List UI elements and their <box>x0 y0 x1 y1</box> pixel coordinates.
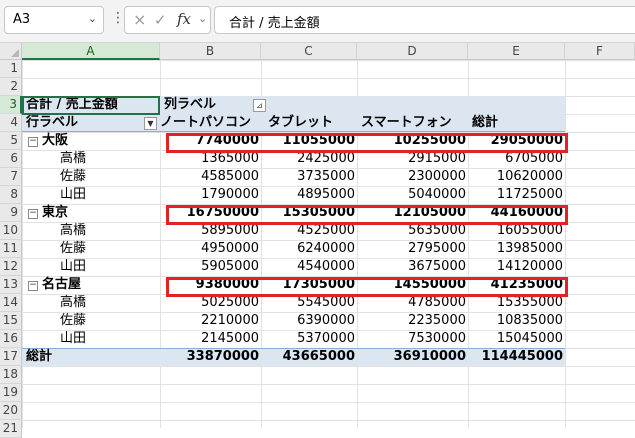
collapse-toggle-icon[interactable]: − <box>28 209 38 219</box>
row-header[interactable]: 20 <box>0 402 22 420</box>
row-header[interactable]: 11 <box>0 240 22 258</box>
data-cell-value[interactable]: 14120000 <box>468 258 563 276</box>
data-cell-value[interactable]: 11725000 <box>468 186 563 204</box>
collapse-toggle-icon[interactable]: − <box>28 281 38 291</box>
formula-controls: × ✓ fx ⌄ <box>124 6 211 34</box>
row-header[interactable]: 1 <box>0 60 22 78</box>
insert-function-icon[interactable]: fx <box>177 10 191 28</box>
person-label[interactable]: 高橋 <box>60 150 86 168</box>
person-label[interactable]: 佐藤 <box>60 312 86 330</box>
column-header-c[interactable]: C <box>261 43 357 60</box>
data-cell-value[interactable]: 2210000 <box>160 312 259 330</box>
data-cell-value[interactable]: 4585000 <box>160 168 259 186</box>
person-label[interactable]: 山田 <box>60 186 86 204</box>
collapse-toggle-icon[interactable]: − <box>28 137 38 147</box>
data-cell-value[interactable]: 5040000 <box>357 186 466 204</box>
person-label[interactable]: 山田 <box>60 330 86 348</box>
pivot-column-label[interactable]: 列ラベル <box>164 96 216 114</box>
row-header[interactable]: 18 <box>0 366 22 384</box>
person-label[interactable]: 佐藤 <box>60 168 86 186</box>
data-cell-value[interactable]: 3735000 <box>261 168 355 186</box>
header-grand-total[interactable]: 総計 <box>472 114 498 132</box>
data-cell-value[interactable]: 5905000 <box>160 258 259 276</box>
row-header[interactable]: 12 <box>0 258 22 276</box>
data-cell-value[interactable]: 2795000 <box>357 240 466 258</box>
data-cell-value[interactable]: 15045000 <box>468 330 563 348</box>
grand-total-value[interactable]: 33870000 <box>160 348 259 366</box>
active-cell-selection <box>22 96 160 115</box>
name-box[interactable]: A3 ⌄ <box>4 6 104 34</box>
enter-icon[interactable]: ✓ <box>154 11 167 29</box>
data-cell-value[interactable]: 10620000 <box>468 168 563 186</box>
select-all-corner[interactable] <box>0 43 22 60</box>
data-cell-value[interactable]: 13985000 <box>468 240 563 258</box>
person-label[interactable]: 佐藤 <box>60 240 86 258</box>
formula-bar: A3 ⌄ ⋮ × ✓ fx ⌄ 合計 / 売上金額 <box>0 0 635 43</box>
grand-total-label[interactable]: 総計 <box>26 348 52 366</box>
row-header[interactable]: 9 <box>0 204 22 222</box>
row-header[interactable]: 6 <box>0 150 22 168</box>
column-header-a[interactable]: A <box>22 43 160 60</box>
highlight-box-tokyo <box>166 205 568 225</box>
column-header-d[interactable]: D <box>357 43 468 60</box>
cancel-icon[interactable]: × <box>133 10 146 29</box>
row-header[interactable]: 21 <box>0 420 22 438</box>
column-header-f[interactable]: F <box>565 43 635 60</box>
data-cell-value[interactable]: 4895000 <box>261 186 355 204</box>
highlight-box-osaka <box>166 133 568 153</box>
row-header[interactable]: 16 <box>0 330 22 348</box>
data-cell-value[interactable]: 5370000 <box>261 330 355 348</box>
header-tablet[interactable]: タブレット <box>268 114 333 132</box>
row-header[interactable]: 15 <box>0 312 22 330</box>
data-cell-value[interactable]: 6390000 <box>261 312 355 330</box>
data-cell-value[interactable]: 6240000 <box>261 240 355 258</box>
group-label[interactable]: 名古屋 <box>42 276 81 294</box>
header-smartphone[interactable]: スマートフォン <box>361 114 452 132</box>
row-header[interactable]: 8 <box>0 186 22 204</box>
chevron-down-icon[interactable]: ⌄ <box>88 12 97 25</box>
row-header[interactable]: 2 <box>0 78 22 96</box>
header-laptop[interactable]: ノートパソコン <box>160 114 261 132</box>
data-cell-value[interactable]: 2300000 <box>357 168 466 186</box>
row-header[interactable]: 5 <box>0 132 22 150</box>
person-label[interactable]: 高橋 <box>60 222 86 240</box>
more-options-icon[interactable]: ⋮ <box>111 10 125 26</box>
row-filter-dropdown-icon[interactable]: ▼ <box>144 117 157 130</box>
row-header[interactable]: 10 <box>0 222 22 240</box>
name-box-value: A3 <box>13 12 31 27</box>
data-cell-value[interactable]: 1790000 <box>160 186 259 204</box>
data-cell-value[interactable]: 3675000 <box>357 258 466 276</box>
data-cell-value[interactable]: 2235000 <box>357 312 466 330</box>
person-label[interactable]: 高橋 <box>60 294 86 312</box>
data-cell-value[interactable]: 10835000 <box>468 312 563 330</box>
column-header-e[interactable]: E <box>468 43 565 60</box>
pivot-row-label[interactable]: 行ラベル <box>26 114 78 132</box>
row-header[interactable]: 19 <box>0 384 22 402</box>
data-cell-value[interactable]: 4950000 <box>160 240 259 258</box>
person-label[interactable]: 山田 <box>60 258 86 276</box>
row-header[interactable]: 3 <box>0 96 22 114</box>
group-label[interactable]: 東京 <box>42 204 68 222</box>
row-header[interactable]: 17 <box>0 348 22 366</box>
column-header-b[interactable]: B <box>160 43 261 60</box>
row-header[interactable]: 4 <box>0 114 22 132</box>
chevron-down-icon[interactable]: ⌄ <box>198 12 207 25</box>
row-header[interactable]: 7 <box>0 168 22 186</box>
grand-total-value[interactable]: 36910000 <box>357 348 466 366</box>
formula-input[interactable]: 合計 / 売上金額 <box>214 6 635 34</box>
grand-total-value[interactable]: 114445000 <box>468 348 563 366</box>
column-filter-icon[interactable]: ⊿ <box>253 99 266 112</box>
data-cell-value[interactable]: 2145000 <box>160 330 259 348</box>
row-header[interactable]: 14 <box>0 294 22 312</box>
formula-text: 合計 / 売上金額 <box>229 16 320 31</box>
grand-total-value[interactable]: 43665000 <box>261 348 355 366</box>
data-cell-value[interactable]: 7530000 <box>357 330 466 348</box>
data-cell-value[interactable]: 4540000 <box>261 258 355 276</box>
highlight-box-nagoya <box>166 277 568 297</box>
row-header[interactable]: 13 <box>0 276 22 294</box>
group-label[interactable]: 大阪 <box>42 132 68 150</box>
